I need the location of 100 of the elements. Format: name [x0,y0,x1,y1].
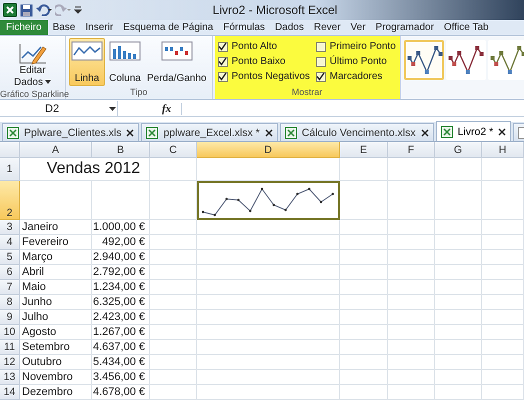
column-header[interactable]: E [340,142,388,158]
table-cell [150,295,197,310]
chart-type-button[interactable]: Coluna [107,38,143,86]
row-header[interactable]: 14 [0,385,20,400]
insert-function-button[interactable]: fx [122,102,182,114]
workbook-tab[interactable]: pplware_Excel.xlsx * [141,123,278,141]
row-header[interactable]: 4 [0,235,20,250]
table-cell [482,340,524,355]
table-cell: Outubro [20,355,92,370]
table-cell [340,325,388,340]
table-cell: Abril [20,265,92,280]
close-icon[interactable] [264,128,273,136]
column-header[interactable]: C [150,142,197,158]
ribbon-tab[interactable]: Esquema de Página [118,20,218,35]
table-cell [482,355,524,370]
name-box[interactable]: D2 [0,101,118,116]
ribbon-tab[interactable]: Dados [270,20,309,35]
row-header[interactable]: 7 [0,280,20,295]
table-cell [388,181,435,220]
table-cell: 1.234,00 € [92,280,150,295]
table-cell: Setembro [20,340,92,355]
column-header[interactable]: A [20,142,92,158]
ribbon-tab[interactable]: Office Tab [438,20,494,35]
row-header[interactable]: 9 [0,310,20,325]
table-cell: 6.325,00 € [92,295,150,310]
table-cell [435,355,482,370]
ribbon-tab[interactable]: Rever [308,20,346,35]
table-cell: 2.792,00 € [92,265,150,280]
checkbox[interactable] [218,56,228,66]
chart-type-button[interactable]: Linha [69,38,105,86]
close-icon[interactable] [420,128,429,136]
table-cell [150,250,197,265]
file-tab[interactable]: Ficheiro [0,20,48,35]
table-cell: 1.000,00 € [92,220,150,235]
workbook-tab[interactable]: Pplware_Clientes.xls [2,123,140,141]
table-cell [150,385,197,400]
row-header[interactable]: 2 [0,181,20,220]
checkbox[interactable] [316,42,326,52]
table-cell [435,385,482,400]
checkbox[interactable] [316,56,326,66]
table-cell [482,158,524,181]
column-header[interactable]: F [388,142,435,158]
table-cell [388,340,435,355]
table-cell [388,265,435,280]
close-icon[interactable] [126,128,134,136]
table-cell: 3.456,00 € [92,370,150,385]
table-cell [150,220,197,235]
ribbon-tab[interactable]: Inserir [80,20,118,35]
save-icon[interactable] [20,4,33,16]
ribbon-tab[interactable]: Base [48,20,80,35]
column-header[interactable]: D [197,142,340,158]
table-cell: 4.678,00 € [92,385,150,400]
row-header[interactable]: 5 [0,250,20,265]
table-cell: Agosto [20,325,92,340]
column-header[interactable]: B [92,142,150,158]
table-cell [435,181,482,220]
app-icon[interactable] [3,3,17,17]
table-cell: 2.423,00 € [92,310,150,325]
undo-icon[interactable] [36,4,52,16]
spreadsheet-icon [7,126,19,138]
row-header[interactable]: 3 [0,220,20,235]
row-header[interactable]: 6 [0,265,20,280]
table-cell: Dezembro [20,385,92,400]
checkbox[interactable] [316,72,326,82]
checkbox[interactable] [218,42,228,52]
workbook-tab[interactable]: Cálculo Vencimento.xlsx [280,123,434,141]
ribbon-tab[interactable]: Programador [370,20,439,35]
table-cell: 1.267,00 € [92,325,150,340]
table-cell: Janeiro [20,220,92,235]
row-header[interactable]: 8 [0,295,20,310]
checkbox[interactable] [218,72,228,82]
table-cell [482,220,524,235]
row-header[interactable]: 12 [0,355,20,370]
table-cell [340,220,388,235]
pencil-chart-icon [18,41,48,65]
ribbon-tab[interactable]: Fórmulas [218,20,270,35]
table-cell [388,355,435,370]
ribbon-tab[interactable]: Ver [346,20,371,35]
dropdown-arrow-icon[interactable] [109,106,116,110]
row-header[interactable]: 13 [0,370,20,385]
customize-icon[interactable] [74,4,82,16]
edit-data-button[interactable]: Editar Dados [6,38,58,88]
row-header[interactable]: 10 [0,325,20,340]
checkbox-label: Pontos Negativos [232,71,310,82]
table-cell [435,280,482,295]
workbook-tab[interactable]: Livro2 * [436,121,512,141]
row-header[interactable]: 11 [0,340,20,355]
table-cell [388,280,435,295]
table-cell [340,385,388,400]
table-cell: 2.940,00 € [92,250,150,265]
chart-type-button[interactable]: Perda/Ganho [145,38,208,86]
column-header[interactable]: H [482,142,524,158]
column-header[interactable]: G [435,142,482,158]
table-cell: Março [20,250,92,265]
table-cell [340,265,388,280]
row-header[interactable]: 1 [0,158,20,181]
close-icon[interactable] [498,128,506,136]
table-cell [388,250,435,265]
table-cell [150,325,197,340]
table-cell [482,370,524,385]
